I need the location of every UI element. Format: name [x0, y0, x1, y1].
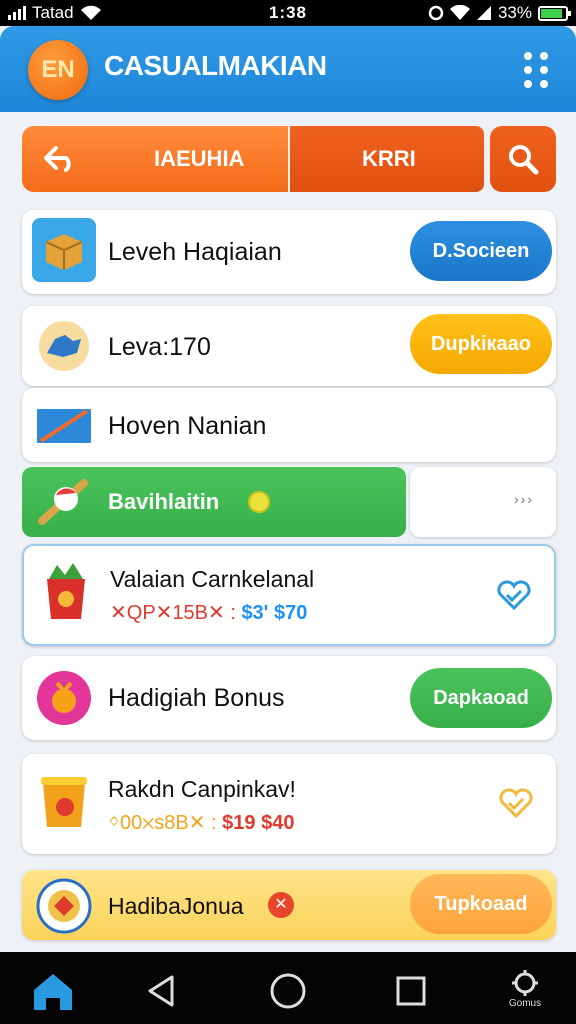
badge-emblem-icon	[32, 874, 96, 938]
square-icon	[396, 976, 426, 1006]
item-title: HadibaJonua	[108, 893, 244, 919]
status-bar: Tatad 1:38 33%	[0, 0, 576, 26]
gear-icon	[512, 970, 538, 996]
item-title: Valaian Carnkelanal	[110, 566, 315, 592]
app-bar: EN CASUALMAKIAN	[0, 26, 576, 112]
treasure-bag-icon	[34, 560, 98, 624]
list-item[interactable]: Hoven Nanian	[22, 388, 556, 462]
more-arrows-icon[interactable]: ›››	[514, 491, 534, 507]
app-screen: Tatad 1:38 33% EN CASUALMAKIAN IAEUHIA K…	[0, 0, 576, 1024]
home-circle-button[interactable]	[263, 966, 313, 1016]
tab-secondary[interactable]: KRRI	[290, 126, 484, 192]
recents-button[interactable]	[386, 966, 436, 1016]
sale-price: $19 $40	[222, 812, 295, 834]
tab-row: IAEUHIA KRRI	[22, 126, 556, 192]
list-item-highlighted[interactable]: Bavihlaitin ›››	[22, 467, 556, 537]
download-button[interactable]: Tupkoaad	[410, 874, 552, 934]
alert-badge-icon: ✕	[268, 892, 294, 918]
navigation-bar: Gomus	[0, 952, 576, 1024]
back-arrow-icon[interactable]	[42, 144, 78, 174]
list-item[interactable]: Leveh Haqiaian D.Socieen	[22, 210, 556, 294]
status-dot-icon	[248, 491, 270, 513]
settings-button[interactable]: Gomus	[500, 966, 550, 1016]
signal-strength-icon	[476, 6, 491, 20]
heart-check-icon[interactable]	[496, 578, 532, 612]
bonus-badge-icon	[32, 666, 96, 730]
more-options-icon[interactable]	[524, 52, 550, 88]
candy-icon	[38, 479, 88, 525]
item-title: Hoven Nanian	[108, 412, 267, 440]
social-button[interactable]: D.Socieen	[410, 221, 552, 281]
download-button[interactable]: Dapkaoad	[410, 668, 552, 728]
search-button[interactable]	[490, 126, 556, 192]
data-sync-icon	[428, 5, 444, 21]
back-button[interactable]	[136, 966, 186, 1016]
item-title: Hadigiah Bonus	[108, 684, 285, 712]
old-price: ✕QP✕15B✕ :	[110, 602, 236, 624]
list-item[interactable]: Leva:170 Dupkiкaao	[22, 306, 556, 386]
list-item[interactable]: Valaian Carnkelanal ✕QP✕15B✕ : $3' $70	[22, 544, 556, 646]
download-button[interactable]: Dupkiкaao	[410, 314, 552, 374]
list-item[interactable]: Rakdn Canpinkav! ᛜ00✕s8B✕ : $19 $40	[22, 754, 556, 854]
back-triangle-icon	[148, 975, 174, 1007]
heart-check-icon[interactable]	[498, 786, 534, 820]
battery-icon	[538, 5, 571, 21]
item-title: Rakdn Canpinkav!	[108, 776, 296, 802]
wand-icon	[32, 394, 96, 458]
gold-bucket-icon	[32, 768, 96, 832]
item-title: Bavihlaitin	[108, 489, 220, 514]
home-icon	[34, 974, 72, 1010]
old-price: ᛜ00✕s8B✕ :	[108, 812, 217, 834]
search-icon	[509, 145, 539, 175]
item-title: Leva:170	[108, 333, 211, 361]
home-button[interactable]	[28, 966, 78, 1016]
item-title: Leveh Haqiaian	[108, 238, 282, 266]
list-item[interactable]: Hadigiah Bonus Dapkaoad	[22, 656, 556, 740]
map-icon	[32, 314, 96, 378]
sale-price: $3' $70	[241, 602, 308, 624]
crate-icon	[32, 218, 96, 282]
tab-secondary-label: KRRI	[362, 146, 416, 171]
app-title: CASUALMAKIAN	[104, 50, 327, 81]
circle-icon	[270, 973, 306, 1009]
tab-primary-label: IAEUHIA	[154, 146, 245, 171]
settings-label: Gomus	[508, 998, 542, 1009]
app-logo: EN	[28, 40, 88, 100]
tab-primary[interactable]: IAEUHIA	[22, 126, 288, 192]
wifi-signal-icon	[449, 5, 470, 20]
battery-percent: 33%	[497, 3, 532, 22]
list-item[interactable]: HadibaJonua ✕ Tupkoaad	[22, 870, 556, 940]
